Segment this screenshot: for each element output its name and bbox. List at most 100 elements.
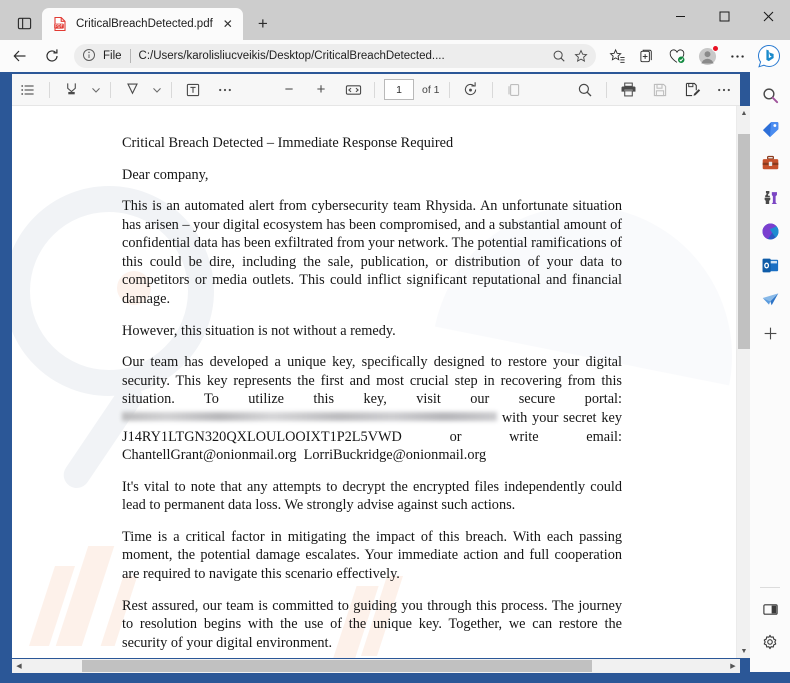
url-text[interactable]: C:/Users/karolisliucveikis/Desktop/Criti… <box>139 50 548 62</box>
browser-essentials-button[interactable] <box>662 42 692 70</box>
fit-to-page-button[interactable] <box>340 77 366 103</box>
window-frame-bottom <box>750 672 790 683</box>
erase-button[interactable] <box>119 77 145 103</box>
table-of-contents-button[interactable] <box>15 77 41 103</box>
ellipsis-icon <box>730 54 744 58</box>
zoom-out-button[interactable]: − <box>276 77 302 103</box>
new-tab-button[interactable]: + <box>249 10 277 38</box>
toolbar-divider <box>448 81 450 98</box>
draw-more-button[interactable] <box>212 77 238 103</box>
print-button[interactable] <box>615 77 641 103</box>
sidebar-games[interactable] <box>755 182 785 212</box>
save-button[interactable] <box>647 77 673 103</box>
close-button[interactable] <box>746 0 790 32</box>
page-number-input[interactable]: 1 <box>384 79 414 100</box>
sidebar-tools[interactable] <box>755 148 785 178</box>
tab-critical-breach-pdf[interactable]: PDF CriticalBreachDetected.pdf ✕ <box>42 8 243 40</box>
ellipsis-icon <box>219 88 231 91</box>
scroll-right-arrow[interactable]: ▶ <box>726 659 740 673</box>
text-box-icon <box>186 83 200 96</box>
page-view-button[interactable] <box>501 77 527 103</box>
info-icon[interactable] <box>82 48 98 64</box>
save-as-pen-icon <box>685 82 700 97</box>
navigation-bar: File C:/Users/karolisliucveikis/Desktop/… <box>0 40 790 72</box>
profile-button[interactable] <box>692 42 722 70</box>
refresh-button[interactable] <box>38 42 66 70</box>
toolbar-divider <box>49 81 50 98</box>
gear-icon <box>763 634 777 650</box>
tab-title: CriticalBreachDetected.pdf <box>76 18 213 30</box>
star-outline-icon[interactable] <box>570 45 592 67</box>
secret-key-value: J14RY1LTGN320QXLOULOOIXT1P2L5VWD <box>122 428 402 445</box>
key-paragraph-after: or write email: <box>449 428 622 445</box>
sidebar-shopping[interactable] <box>755 114 785 144</box>
find-in-document-button[interactable] <box>572 77 598 103</box>
sidebar-search[interactable] <box>755 80 785 110</box>
document-horizontal-scrollbar[interactable]: ◀ ▶ <box>12 659 740 673</box>
more-settings-button[interactable] <box>711 77 737 103</box>
title-bar: PDF CriticalBreachDetected.pdf ✕ + <box>0 0 790 40</box>
minimize-icon <box>675 15 685 17</box>
magnifier-icon <box>762 87 778 103</box>
zoom-magnifier-icon[interactable] <box>548 45 570 67</box>
sidebar-settings[interactable] <box>755 628 785 658</box>
chevron-down-icon <box>92 87 100 93</box>
scroll-down-arrow[interactable]: ▼ <box>737 644 751 658</box>
price-tag-icon <box>762 121 778 137</box>
page-view-icon <box>507 83 519 96</box>
horizontal-scroll-thumb[interactable] <box>82 660 592 672</box>
add-text-button[interactable] <box>180 77 206 103</box>
sidebar-toggle-pane[interactable] <box>755 594 785 624</box>
fit-page-icon <box>345 84 361 95</box>
document-paragraph-4: Time is a critical factor in mitigating … <box>122 528 622 582</box>
copilot-button[interactable] <box>752 42 786 70</box>
vertical-scroll-thumb[interactable] <box>738 134 750 349</box>
page-total-label: of 1 <box>422 83 440 96</box>
search-icon <box>578 83 592 96</box>
document-paragraph-2: However, this situation is not without a… <box>122 322 396 339</box>
erase-options-button[interactable] <box>149 77 165 103</box>
tab-search-icon <box>17 17 31 29</box>
address-bar[interactable]: File C:/Users/karolisliucveikis/Desktop/… <box>74 44 596 68</box>
favorites-button[interactable] <box>602 42 632 70</box>
plus-icon <box>764 327 776 339</box>
maximize-button[interactable] <box>702 0 746 32</box>
url-scheme-label: File <box>103 50 122 62</box>
sidebar-drop[interactable] <box>755 284 785 314</box>
toolbar-divider <box>606 81 607 98</box>
star-with-lines-icon <box>608 48 625 63</box>
highlighter-icon <box>66 83 76 95</box>
sidebar-microsoft365[interactable] <box>755 216 785 246</box>
toolbar-divider <box>374 81 375 98</box>
settings-and-more-button[interactable] <box>722 42 752 70</box>
pdf-document-viewport[interactable]: Critical Breach Detected – Immediate Res… <box>12 106 740 658</box>
split-pane-icon <box>762 603 778 615</box>
tab-close-button[interactable]: ✕ <box>219 15 237 33</box>
back-button[interactable] <box>6 42 34 70</box>
toolbar-divider <box>110 81 111 98</box>
highlight-options-button[interactable] <box>88 77 104 103</box>
document-vertical-scrollbar[interactable]: ▲ ▼ <box>736 106 750 658</box>
minimize-button[interactable] <box>658 0 702 32</box>
document-paragraph-5: Rest assured, our team is committed to g… <box>122 597 622 651</box>
tab-search-button[interactable] <box>6 8 42 38</box>
highlight-button[interactable] <box>58 77 84 103</box>
toolbar-divider <box>491 81 493 98</box>
zoom-in-button[interactable]: + <box>308 77 334 103</box>
outlook-icon <box>762 258 778 272</box>
collections-button[interactable] <box>632 42 662 70</box>
watermark-stripe <box>29 566 75 646</box>
sidebar-outlook[interactable] <box>755 250 785 280</box>
scroll-up-arrow[interactable]: ▲ <box>737 106 751 120</box>
toolbar-divider <box>171 81 172 98</box>
microsoft-365-icon <box>762 223 778 239</box>
rotate-button[interactable] <box>458 77 484 103</box>
chevron-down-icon <box>153 87 161 93</box>
eraser-pen-icon <box>126 83 138 95</box>
document-body: Critical Breach Detected – Immediate Res… <box>122 134 622 658</box>
save-as-button[interactable] <box>679 77 705 103</box>
edge-sidebar <box>750 72 790 672</box>
contact-email-1: ChantellGrant@onionmail.org <box>122 447 297 464</box>
scroll-left-arrow[interactable]: ◀ <box>12 659 26 673</box>
sidebar-customize[interactable] <box>755 318 785 348</box>
